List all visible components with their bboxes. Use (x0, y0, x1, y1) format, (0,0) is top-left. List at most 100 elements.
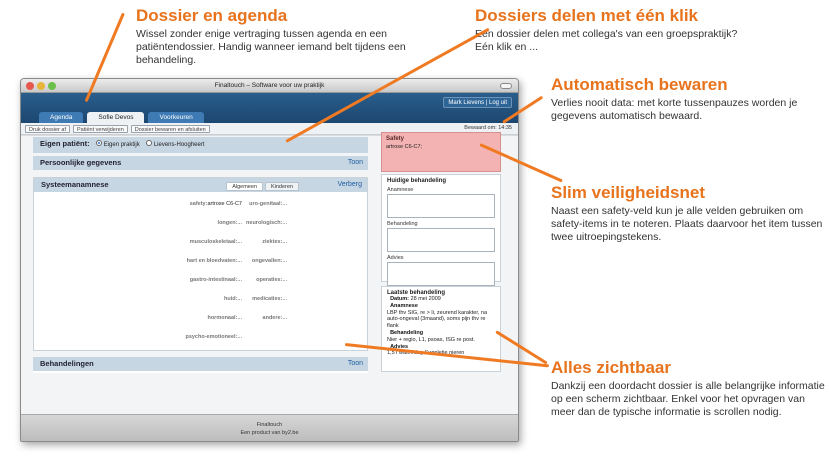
radio-own-practice-label: Eigen praktijk (103, 142, 140, 148)
system-field-value: ... (237, 258, 242, 264)
callout-title: Dossiers delen met één klik (475, 6, 698, 25)
last-behandeling: Nier + regio, L1, psoas, ISG re post. (387, 336, 475, 343)
anamnese-label: Anamnese (387, 187, 414, 193)
last-date: 28 mei 2009 (410, 296, 441, 302)
system-field-label: medicaties: (252, 296, 283, 302)
personal-show-link[interactable]: Toon (348, 156, 363, 170)
system-field[interactable]: musculoskeletaal:... (190, 239, 242, 245)
last-anamnese: LBP thv SIG, re > li, zeurend karakter, … (387, 309, 488, 330)
advies-label: Advies (387, 255, 404, 261)
last-behandeling-label: Behandeling (390, 329, 424, 336)
system-field-label: uro-genitaal: (249, 201, 283, 207)
system-field-label: huid: (223, 296, 238, 302)
system-field[interactable]: gastro-intestinaal:... (190, 277, 242, 283)
system-field[interactable]: uro-genitaal:... (249, 201, 287, 207)
behandeling-field[interactable] (387, 228, 495, 252)
system-field[interactable]: ongevallen:... (252, 258, 287, 264)
zoom-window-button[interactable] (48, 82, 56, 90)
callout-share: Dossiers delen met één klik Een dossier … (475, 6, 745, 54)
saved-status: Bewaard om: 14:35 (464, 125, 512, 131)
system-field-label: longen: (217, 220, 238, 226)
system-field-label: andere: (262, 315, 283, 321)
tab-patient[interactable]: Sofie Devos (87, 112, 145, 123)
system-field[interactable]: hart en bloedvaten:... (187, 258, 242, 264)
system-field-value: ... (237, 296, 242, 302)
callout-dossier: Dossier en agenda Wissel zonder enige ve… (136, 6, 426, 67)
system-subtabs: Algemeen Kinderen (226, 182, 299, 191)
tab-agenda[interactable]: Agenda (39, 112, 84, 123)
delete-patient-button[interactable]: Patiënt verwijderen (73, 124, 128, 133)
system-title: Systeemanamnese (41, 180, 109, 189)
treatments-show-link[interactable]: Toon (348, 357, 363, 371)
system-field[interactable]: psycho-emotioneel:... (185, 334, 242, 340)
system-field-label: gastro-intestinaal: (189, 277, 238, 283)
current-treatment-panel: Huidige behandeling Anamnese Behandeling… (381, 174, 501, 286)
last-date-label: Datum: (390, 296, 410, 302)
system-field-value: ... (282, 201, 287, 207)
system-field-value: ... (282, 239, 287, 245)
system-field-label: musculoskeletaal: (189, 239, 238, 245)
system-field[interactable]: safety:artrose C6-C7 (190, 201, 242, 207)
system-field-label: psycho-emotioneel: (185, 334, 238, 340)
toolbar-toggle-button[interactable] (500, 83, 512, 89)
app-window: Finaltouch – Software voor uw praktijk M… (20, 78, 519, 442)
system-hide-link[interactable]: Verberg (337, 178, 362, 192)
radio-own-practice[interactable] (95, 140, 102, 147)
system-field-value: ... (282, 277, 287, 283)
callout-visible: Alles zichtbaar Dankzij een doordacht do… (551, 358, 826, 419)
callout-safety: Slim veiligheidsnet Naast een safety-vel… (551, 183, 826, 244)
system-field-label: operaties: (256, 277, 283, 283)
minimize-window-button[interactable] (37, 82, 45, 90)
system-field-label: safety: (189, 201, 208, 207)
system-field[interactable]: andere:... (263, 315, 287, 321)
personal-title: Persoonlijke gegevens (40, 158, 122, 167)
system-field-label: ongevallen: (251, 258, 283, 264)
system-field-value: ... (282, 220, 287, 226)
treatments-header: Behandelingen Toon (33, 357, 368, 371)
tab-preferences[interactable]: Voorkeuren (148, 112, 204, 123)
current-treatment-title: Huidige behandeling (387, 178, 447, 184)
system-field[interactable]: medicaties:... (252, 296, 287, 302)
callout-text: Een dossier delen met collega's van een … (475, 28, 738, 53)
anamnese-field[interactable] (387, 194, 495, 218)
personal-panel: Persoonlijke gegevens Toon (33, 156, 368, 170)
last-behandeling-row: Behandeling (387, 330, 495, 337)
safety-panel[interactable]: Safety artrose C6-C7; (381, 132, 501, 172)
save-close-dossier-button[interactable]: Dossier bewaren en afsluiten (130, 124, 210, 133)
system-field-value: artrose C6-C7 (207, 201, 242, 207)
system-field[interactable]: huid:... (224, 296, 242, 302)
system-field-value: ... (237, 277, 242, 283)
system-field-value: ... (237, 315, 242, 321)
footer-app-name: Finaltouch (256, 422, 283, 428)
close-window-button[interactable] (26, 82, 34, 90)
system-field[interactable]: ziektes:... (262, 239, 287, 245)
treatments-panel: Behandelingen Toon (33, 357, 368, 373)
system-header: Systeemanamnese Verberg (34, 178, 367, 192)
radio-other-practice-label: Lievens-Hoogheert (153, 142, 205, 148)
system-field[interactable]: longen:... (218, 220, 242, 226)
callout-text: Verlies nooit data: met korte tussenpauz… (551, 97, 798, 122)
user-logout-button[interactable]: Mark Lievens | Log uit (443, 97, 512, 108)
advies-field[interactable] (387, 262, 495, 286)
print-dossier-button[interactable]: Druk dossier af (25, 124, 70, 133)
callout-title: Alles zichtbaar (551, 358, 671, 377)
system-field[interactable]: operaties:... (256, 277, 287, 283)
main-tabs: Agenda Sofie Devos Voorkeuren (39, 112, 204, 123)
stage: Dossier en agenda Wissel zonder enige ve… (0, 0, 831, 468)
subtab-general[interactable]: Algemeen (226, 182, 263, 191)
safety-title: Safety (386, 136, 405, 142)
system-field-value: ... (282, 315, 287, 321)
system-field[interactable]: hormonaal:... (207, 315, 242, 321)
app-header: Mark Lievens | Log uit Agenda Sofie Devo… (21, 93, 518, 123)
personal-header: Persoonlijke gegevens Toon (33, 156, 368, 170)
treatments-title: Behandelingen (40, 359, 94, 368)
last-anamnese-row: Anamnese (387, 303, 495, 310)
footer-credit: Een product van by2.be (240, 430, 299, 436)
system-field-value: ... (282, 258, 287, 264)
subtab-children[interactable]: Kinderen (264, 182, 299, 191)
system-field[interactable]: neurologisch:... (246, 220, 287, 226)
system-field-value: ... (237, 334, 242, 340)
system-field-value: ... (237, 220, 242, 226)
own-patient-label: Eigen patiënt: (40, 139, 90, 148)
radio-other-practice[interactable] (145, 140, 152, 147)
